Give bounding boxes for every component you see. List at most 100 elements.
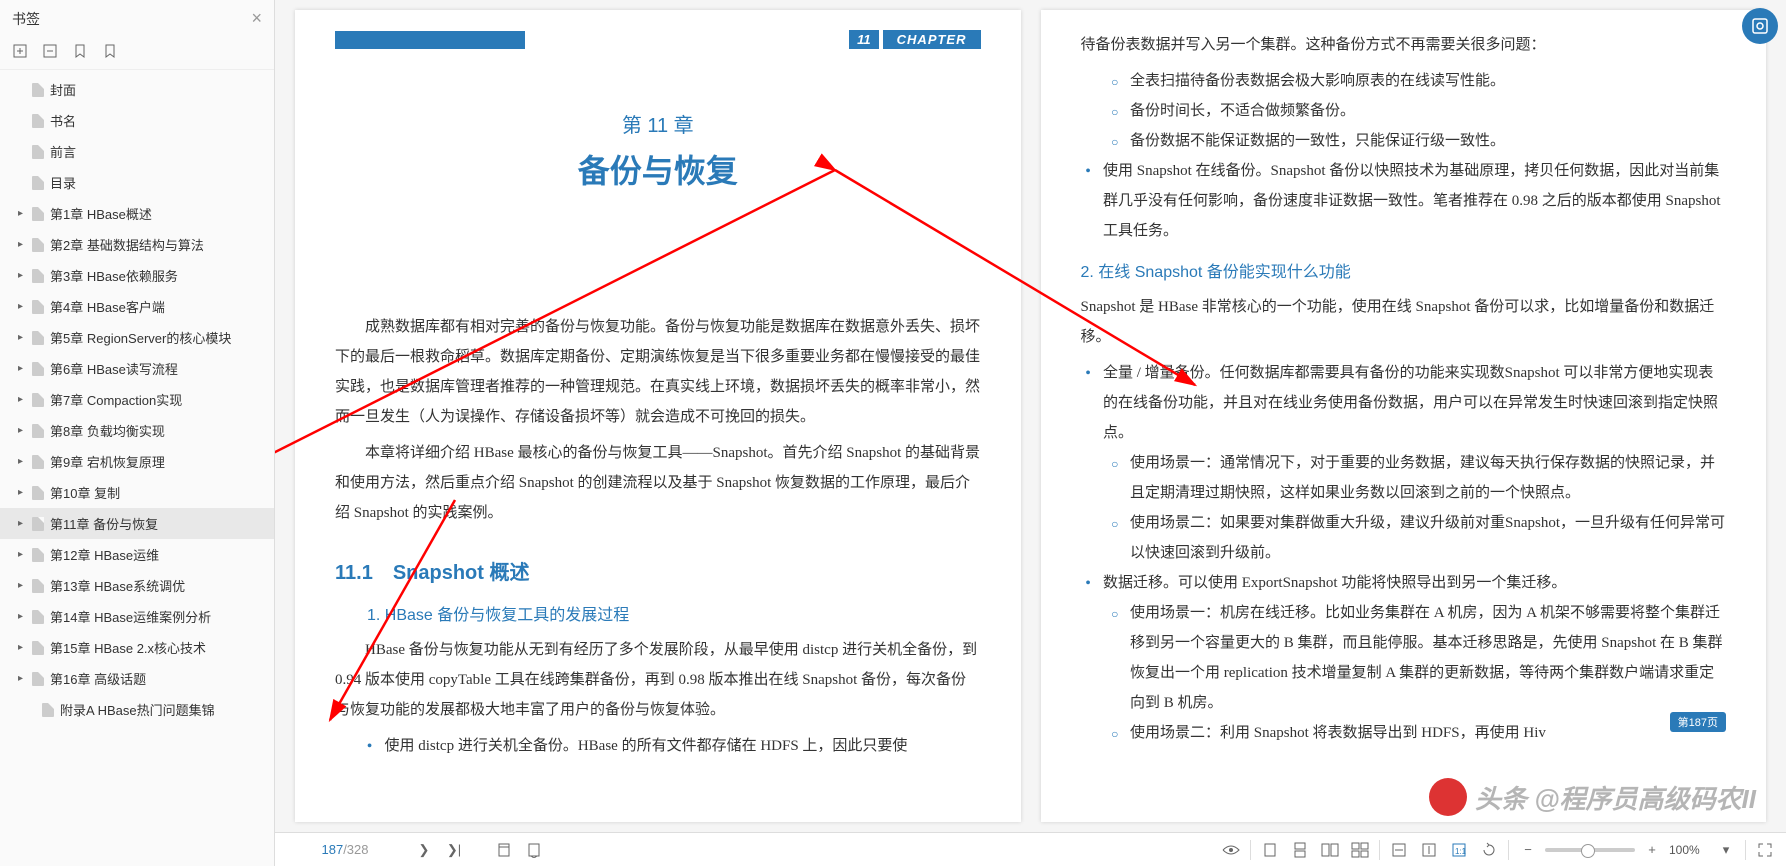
bookmark-item[interactable]: 第13章 HBase系统调优 <box>0 570 274 601</box>
watermark-avatar-icon <box>1429 778 1467 816</box>
body-paragraph: 待备份表数据并写入另一个集群。这种备份方式不再需要关很多问题： <box>1081 30 1727 60</box>
status-bar: 187/328 ❯ ❯| 1:1 − + 100% <box>275 832 1786 866</box>
body-paragraph: 成熟数据库都有相对完善的备份与恢复功能。备份与恢复功能是数据库在数据意外丢失、损… <box>335 312 981 432</box>
bookmark-item[interactable]: 第5章 RegionServer的核心模块 <box>0 322 274 353</box>
bullet-item: 全表扫描待备份表数据会极大影响原表的在线读写性能。 <box>1108 66 1727 96</box>
bookmark-item[interactable]: 书名 <box>0 105 274 136</box>
bookmark-page-icon <box>32 455 44 469</box>
bookmark-item[interactable]: 前言 <box>0 136 274 167</box>
view-scroll-icon[interactable] <box>523 839 545 861</box>
bookmark-item[interactable]: 附录A HBase热门问题集锦 <box>0 694 274 725</box>
close-icon[interactable]: × <box>251 8 262 29</box>
bookmark-page-icon <box>32 238 44 252</box>
bookmark-page-icon <box>32 331 44 345</box>
bookmark-item[interactable]: 第15章 HBase 2.x核心技术 <box>0 632 274 663</box>
page-number-input[interactable]: 187/328 <box>285 838 405 861</box>
bookmark-item[interactable]: 封面 <box>0 74 274 105</box>
bookmark-page-icon <box>32 176 44 190</box>
bookmark-list[interactable]: 封面 书名 前言 目录 第1章 HBase概述 第2章 基础数据结构与算法 第3… <box>0 70 274 866</box>
fullscreen-icon[interactable] <box>1754 839 1776 861</box>
bullet-item: 使用场景一：通常情况下，对于重要的业务数据，建议每天执行保存数据的快照记录，并且… <box>1108 448 1727 508</box>
bookmark-item[interactable]: 第2章 基础数据结构与算法 <box>0 229 274 260</box>
fit-page-icon[interactable] <box>1418 839 1440 861</box>
bookmark-item[interactable]: 第4章 HBase客户端 <box>0 291 274 322</box>
layout-continuous-icon[interactable] <box>1289 839 1311 861</box>
bookmark-page-icon <box>32 610 44 624</box>
rotate-icon[interactable] <box>1478 839 1500 861</box>
zoom-in-button[interactable]: + <box>1641 839 1663 861</box>
bookmark-item[interactable]: 第14章 HBase运维案例分析 <box>0 601 274 632</box>
bookmark-outline-icon[interactable] <box>102 43 118 59</box>
bookmark-item[interactable]: 目录 <box>0 167 274 198</box>
add-bookmark-icon[interactable] <box>12 43 28 59</box>
bookmark-page-icon <box>32 269 44 283</box>
bullet-item: 使用 distcp 进行关机全备份。HBase 的所有文件都存储在 HDFS 上… <box>362 731 981 761</box>
section-title: 11.1 Snapshot 概述 <box>335 556 981 585</box>
bullet-item: 使用 Snapshot 在线备份。Snapshot 备份以快照技术为基础原理，拷… <box>1081 156 1727 246</box>
layout-facing-icon[interactable] <box>1319 839 1341 861</box>
body-paragraph: 本章将详细介绍 HBase 最核心的备份与恢复工具——Snapshot。首先介绍… <box>335 438 981 528</box>
bookmark-page-icon <box>32 83 44 97</box>
chapter-number-badge: 11 <box>849 30 879 49</box>
bookmark-item[interactable]: 第3章 HBase依赖服务 <box>0 260 274 291</box>
bookmark-item[interactable]: 第10章 复制 <box>0 477 274 508</box>
eye-icon[interactable] <box>1220 839 1242 861</box>
bookmark-page-icon <box>32 300 44 314</box>
page-left: 11 CHAPTER 第 11 章 备份与恢复 成熟数据库都有相对完善的备份与恢… <box>295 10 1021 822</box>
zoom-controls: − + 100% ▾ <box>1517 839 1737 861</box>
chapter-number: 第 11 章 <box>335 109 981 138</box>
body-paragraph: Snapshot 是 HBase 非常核心的一个功能，使用在线 Snapshot… <box>1081 292 1727 352</box>
bullet-item: 全量 / 增量备份。任何数据库都需要具有备份的功能来实现数Snapshot 可以… <box>1081 358 1727 448</box>
fit-width-icon[interactable] <box>1388 839 1410 861</box>
bookmark-page-icon <box>32 362 44 376</box>
subsection-title: 1. HBase 备份与恢复工具的发展过程 <box>367 601 981 625</box>
sidebar-toolbar <box>0 37 274 70</box>
bullet-item: 使用场景一：机房在线迁移。比如业务集群在 A 机房，因为 A 机架不够需要将整个… <box>1108 598 1727 718</box>
watermark: 头条 @程序员高级码农II <box>1429 778 1756 816</box>
body-paragraph: HBase 备份与恢复功能从无到有经历了多个发展阶段，从最早使用 distcp … <box>335 635 981 725</box>
layout-book-icon[interactable] <box>1349 839 1371 861</box>
chapter-banner: 11 CHAPTER <box>335 30 981 49</box>
bookmark-item[interactable]: 第9章 宕机恢复原理 <box>0 446 274 477</box>
zoom-out-button[interactable]: − <box>1517 839 1539 861</box>
bookmark-item[interactable]: 第7章 Compaction实现 <box>0 384 274 415</box>
bookmark-page-icon <box>32 114 44 128</box>
bookmark-item-active[interactable]: 第11章 备份与恢复 <box>0 508 274 539</box>
page-number-badge: 第187页 <box>1670 712 1726 732</box>
actual-size-icon[interactable]: 1:1 <box>1448 839 1470 861</box>
bullet-item: 使用场景二：利用 Snapshot 将表数据导出到 HDFS，再使用 Hiv <box>1108 718 1727 748</box>
remove-bookmark-icon[interactable] <box>42 43 58 59</box>
bookmarks-sidebar: 书签 × 封面 书名 前言 目录 第1章 HBase概述 第2章 基础数据结构与… <box>0 0 275 866</box>
zoom-slider[interactable] <box>1545 848 1635 852</box>
bookmark-page-icon <box>32 145 44 159</box>
floating-action-icon[interactable] <box>1742 8 1778 44</box>
bookmark-item[interactable]: 第1章 HBase概述 <box>0 198 274 229</box>
bookmark-page-icon <box>32 486 44 500</box>
bookmark-page-icon <box>32 517 44 531</box>
bookmark-item[interactable]: 第12章 HBase运维 <box>0 539 274 570</box>
bookmark-page-icon <box>32 579 44 593</box>
bullet-item: 备份数据不能保证数据的一致性，只能保证行级一致性。 <box>1108 126 1727 156</box>
chapter-title: 备份与恢复 <box>335 146 981 192</box>
bookmark-page-icon <box>32 548 44 562</box>
page-right: 待备份表数据并写入另一个集群。这种备份方式不再需要关很多问题： 全表扫描待备份表… <box>1041 10 1767 822</box>
bookmark-item[interactable]: 第16章 高级话题 <box>0 663 274 694</box>
view-single-icon[interactable] <box>493 839 515 861</box>
zoom-percent: 100% <box>1669 843 1709 857</box>
bookmark-item[interactable]: 第6章 HBase读写流程 <box>0 353 274 384</box>
next-page-button[interactable]: ❯ <box>413 839 435 861</box>
bookmark-icon[interactable] <box>72 43 88 59</box>
bookmark-page-icon <box>32 672 44 686</box>
bullet-item: 数据迁移。可以使用 ExportSnapshot 功能将快照导出到另一个集迁移。 <box>1081 568 1727 598</box>
chapter-label-badge: CHAPTER <box>883 30 981 49</box>
bookmark-page-icon <box>32 641 44 655</box>
zoom-dropdown-icon[interactable]: ▾ <box>1715 839 1737 861</box>
last-page-button[interactable]: ❯| <box>443 839 465 861</box>
bookmark-page-icon <box>42 703 54 717</box>
bookmark-item[interactable]: 第8章 负载均衡实现 <box>0 415 274 446</box>
layout-single-icon[interactable] <box>1259 839 1281 861</box>
document-view: 11 CHAPTER 第 11 章 备份与恢复 成熟数据库都有相对完善的备份与恢… <box>275 0 1786 866</box>
bookmark-page-icon <box>32 207 44 221</box>
bookmark-page-icon <box>32 393 44 407</box>
bullet-item: 备份时间长，不适合做频繁备份。 <box>1108 96 1727 126</box>
